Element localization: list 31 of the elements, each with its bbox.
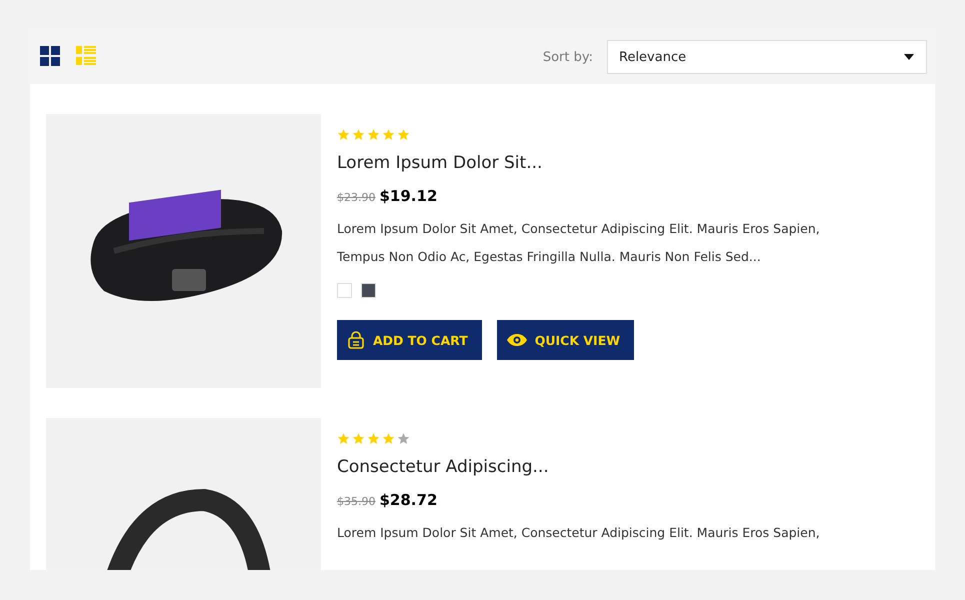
- product-image[interactable]: [46, 114, 321, 388]
- star-icon: [352, 128, 365, 141]
- price: $28.72: [380, 491, 438, 509]
- grid-view-button[interactable]: [40, 46, 62, 68]
- star-icon: [397, 128, 410, 141]
- eye-icon: [506, 334, 527, 346]
- add-to-cart-button[interactable]: ADD TO CART: [337, 320, 482, 360]
- star-icon: [352, 432, 365, 445]
- product-description: Lorem Ipsum Dolor Sit Amet, Consectetur Adipiscing Elit. Mauris Eros Sapien,: [337, 524, 820, 542]
- sort-label: Sort by:: [542, 50, 593, 64]
- list-view-icon: [76, 46, 96, 66]
- color-swatch[interactable]: [361, 283, 376, 298]
- color-swatch[interactable]: [337, 283, 352, 298]
- caret-icon: [904, 54, 914, 60]
- product-description: Lorem Ipsum Dolor Sit Amet, Consectetur Adipiscing Elit. Mauris Eros Sapien, Tempus Non Odio Ac, Egestas Fringilla Nulla. Mauris Non Felis Sed...: [337, 220, 821, 266]
- product-name[interactable]: Consectetur Adipiscing...: [337, 457, 549, 477]
- sort-value: Relevance: [619, 50, 686, 64]
- star-icon: [337, 128, 350, 141]
- product-name[interactable]: Lorem Ipsum Dolor Sit...: [337, 153, 542, 173]
- star-icon: [382, 432, 395, 445]
- old-price: $23.90: [337, 191, 376, 204]
- quick-view-button[interactable]: QUICK VIEW: [496, 320, 634, 360]
- star-icon: [367, 432, 380, 445]
- price: $19.12: [380, 187, 438, 205]
- star-icon: [337, 432, 350, 445]
- star-icon: [397, 432, 410, 445]
- old-price: $35.90: [337, 495, 376, 508]
- sort-dropdown[interactable]: Relevance: [607, 40, 927, 74]
- star-icon: [367, 128, 380, 141]
- grid-view-icon: [40, 46, 60, 66]
- star-icon: [382, 128, 395, 141]
